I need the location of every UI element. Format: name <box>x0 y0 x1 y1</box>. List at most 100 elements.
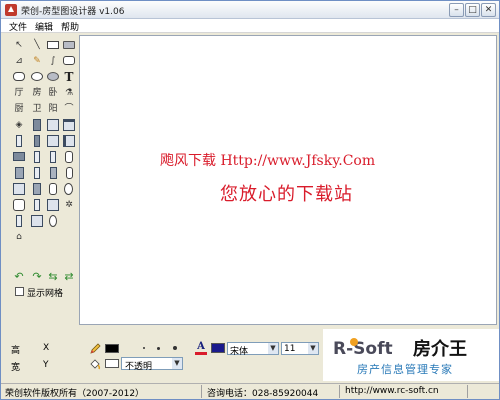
text-tool[interactable]: T <box>63 71 75 83</box>
menu-file[interactable]: 文件 <box>9 20 27 33</box>
status-divider <box>467 385 468 398</box>
menu-edit[interactable]: 编辑 <box>35 20 53 33</box>
column-tool[interactable]: ◈ <box>13 119 25 131</box>
chair-tool[interactable] <box>63 167 75 179</box>
fill-shape-tool[interactable] <box>47 71 59 83</box>
font-color-swatch[interactable] <box>211 343 225 353</box>
font-family-select[interactable]: 宋体 ▼ <box>227 342 279 357</box>
line-tool[interactable]: ╲ <box>31 39 43 51</box>
rounded-rect-tool[interactable] <box>63 39 75 51</box>
drawing-canvas[interactable]: 飑风下载 Http://www.Jfsky.Com 您放心的下载站 <box>79 35 497 325</box>
tv-icon <box>16 215 22 227</box>
redo-button[interactable]: ↷ <box>31 271 43 283</box>
logo-brand: R-Soft <box>333 339 393 359</box>
fridge-tool[interactable] <box>13 183 25 195</box>
balcony-icon: 阳 <box>48 104 58 114</box>
desk-tool[interactable] <box>47 167 59 179</box>
lamp-icon <box>49 215 57 227</box>
show-grid-checkbox[interactable] <box>15 287 24 296</box>
wall-icon <box>33 119 41 131</box>
wardrobe-tool[interactable] <box>47 151 59 163</box>
room-tool[interactable]: 房 <box>31 87 43 99</box>
basin-tool[interactable] <box>47 199 59 211</box>
balcony-tool[interactable]: 阳 <box>47 103 59 115</box>
round-rect-tool[interactable] <box>63 55 75 67</box>
polygon-icon: ⊿ <box>15 56 23 66</box>
brand-logo: R-Soft 房介王 房产信息管理专家 <box>323 329 499 381</box>
fill-color-swatch[interactable] <box>105 359 119 368</box>
maximize-button[interactable]: □ <box>465 3 480 17</box>
status-phone: 咨询电话：028-85920044 <box>207 389 319 399</box>
line-icon: ╲ <box>34 40 40 50</box>
pen-width-1[interactable] <box>143 347 145 349</box>
close-button[interactable]: ✕ <box>481 3 496 17</box>
pen-width-3[interactable] <box>173 346 177 350</box>
bedroom-tool[interactable]: 卧 <box>47 87 59 99</box>
sofa-tool[interactable] <box>13 151 25 163</box>
show-grid-toggle[interactable]: 显示网格 <box>13 285 79 299</box>
toilet-tool[interactable]: 卫 <box>31 103 43 115</box>
cabinet-tool[interactable] <box>31 151 43 163</box>
font-color-icon: A <box>195 342 207 355</box>
font-size-value: 11 <box>284 344 296 354</box>
pointer-icon: ↖ <box>15 40 23 50</box>
ungroup-button[interactable]: ⇄ <box>63 271 75 283</box>
watermark-line-1: 飑风下载 Http://www.Jfsky.Com <box>160 153 376 169</box>
rectangle-tool[interactable] <box>47 39 59 51</box>
menu-help[interactable]: 帮助 <box>61 20 79 33</box>
title-bar[interactable]: 荣创-房型图设计器 v1.06 – □ ✕ <box>1 1 499 19</box>
stair-tool[interactable] <box>63 135 75 147</box>
minimize-button[interactable]: – <box>449 3 464 17</box>
status-bar: 荣创软件版权所有（2007-2012） 咨询电话：028-85920044 ht… <box>1 383 499 399</box>
pen-color-swatch[interactable] <box>105 344 119 353</box>
kitchen-tool[interactable]: 厨 <box>13 103 25 115</box>
table-icon <box>65 151 73 163</box>
double-door-tool[interactable] <box>47 135 59 147</box>
fridge-icon <box>13 183 25 195</box>
lamp-tool[interactable] <box>47 215 59 227</box>
ungroup-icon: ⇄ <box>64 270 74 283</box>
piano-tool[interactable] <box>31 215 43 227</box>
door-left-icon <box>16 135 22 147</box>
rounded-shape-tool[interactable] <box>13 71 25 83</box>
stair-icon <box>63 135 75 147</box>
home-tool[interactable]: ⌂ <box>13 231 25 243</box>
table-tool[interactable] <box>63 151 75 163</box>
hall-tool[interactable]: 厅 <box>13 87 25 99</box>
single-bed-tool[interactable] <box>31 167 43 179</box>
door-left-tool[interactable] <box>13 135 25 147</box>
pen-width-2[interactable] <box>157 347 160 350</box>
curve-tool[interactable]: ∫ <box>47 55 59 67</box>
door-right-tool[interactable] <box>31 135 43 147</box>
stove-tool[interactable] <box>31 183 43 195</box>
undo-button[interactable]: ↶ <box>13 271 25 283</box>
app-icon <box>5 4 17 16</box>
piano-icon <box>31 215 43 227</box>
toilet-fixture-tool[interactable] <box>31 199 43 211</box>
frame-tool[interactable] <box>63 119 75 131</box>
font-size-select[interactable]: 11 ▼ <box>281 342 319 355</box>
bed-tool[interactable] <box>13 167 25 179</box>
opacity-select[interactable]: 不透明 ▼ <box>121 357 183 372</box>
window-tool[interactable] <box>47 119 59 131</box>
group-button[interactable]: ⇆ <box>47 271 59 283</box>
rounded-rect-icon <box>63 41 75 49</box>
ellipse-tool[interactable] <box>31 71 43 83</box>
pen-icon <box>89 343 101 355</box>
bathtub-tool[interactable] <box>13 199 25 211</box>
pencil-tool[interactable]: ✎ <box>31 55 43 67</box>
dining-tool[interactable]: ⚗ <box>63 87 75 99</box>
pointer-tool[interactable]: ↖ <box>13 39 25 51</box>
arc-tool[interactable]: ⌒ <box>63 103 75 115</box>
washer-tool[interactable] <box>63 183 75 195</box>
status-divider <box>201 385 202 398</box>
ellipse-icon <box>31 72 43 81</box>
polygon-tool[interactable]: ⊿ <box>13 55 25 67</box>
sink-tool[interactable] <box>47 183 59 195</box>
window-icon <box>47 119 59 131</box>
plant-tool[interactable]: ✲ <box>63 199 75 211</box>
font-family-value: 宋体 <box>230 347 249 357</box>
wall-tool[interactable] <box>31 119 43 131</box>
tv-tool[interactable] <box>13 215 25 227</box>
status-url[interactable]: http://www.rc-soft.cn <box>345 386 439 396</box>
